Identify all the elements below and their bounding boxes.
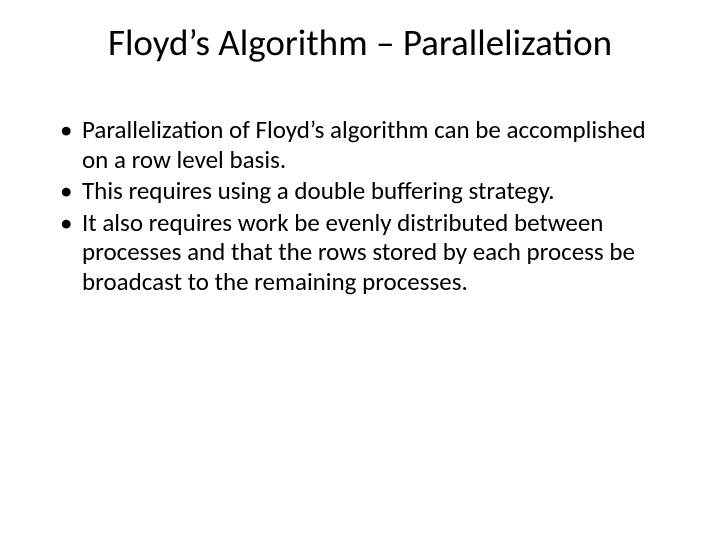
slide-body: Parallelization of Floyd’s algorithm can… — [54, 115, 670, 298]
bullet-list: Parallelization of Floyd’s algorithm can… — [54, 115, 670, 296]
list-item: Parallelization of Floyd’s algorithm can… — [54, 115, 670, 174]
list-item: This requires using a double buffering s… — [54, 176, 670, 206]
list-item: It also requires work be evenly distribu… — [54, 208, 670, 297]
slide: Floyd’s Algorithm – Parallelization Para… — [0, 0, 720, 540]
slide-title: Floyd’s Algorithm – Parallelization — [0, 20, 720, 65]
